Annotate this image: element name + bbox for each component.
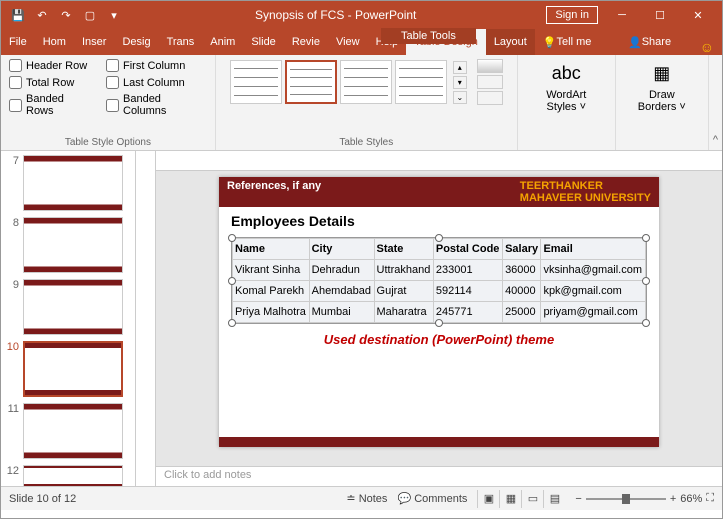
check-banded-columns[interactable]: Banded Columns xyxy=(106,93,207,117)
tab-transitions[interactable]: Trans xyxy=(159,29,203,55)
context-tab-label: Table Tools xyxy=(381,28,476,44)
check-last-column[interactable]: Last Column xyxy=(106,76,207,89)
table-row: Vikrant SinhaDehradunUttrakhand233001360… xyxy=(233,260,646,281)
horizontal-ruler xyxy=(156,151,722,171)
minimize-icon[interactable]: ─ xyxy=(604,4,640,26)
share-button[interactable]: 👤 Share xyxy=(620,29,679,55)
ribbon: Header Row Total Row Banded Rows First C… xyxy=(1,55,722,151)
thumbnail[interactable]: 12 xyxy=(5,465,131,486)
check-first-column[interactable]: First Column xyxy=(106,59,207,72)
undo-icon[interactable]: ↶ xyxy=(31,4,53,26)
slide-thumbnails: 7 8 9 10 11 12 xyxy=(1,151,136,486)
redo-icon[interactable]: ↷ xyxy=(55,4,77,26)
title-bar: 💾 ↶ ↷ ▢ ▾ Synopsis of FCS - PowerPoint S… xyxy=(1,1,722,29)
vertical-ruler xyxy=(136,151,156,486)
slide: References, if any TEERTHANKERMAHAVEER U… xyxy=(219,177,659,447)
selected-table[interactable]: NameCityStatePostal CodeSalaryEmail Vikr… xyxy=(231,237,647,324)
tab-view[interactable]: View xyxy=(328,29,368,55)
thumbnail[interactable]: 11 xyxy=(5,403,131,459)
tab-file[interactable]: File xyxy=(1,29,35,55)
tab-layout[interactable]: Layout xyxy=(486,29,535,55)
reading-view-icon[interactable]: ▭ xyxy=(521,490,543,508)
table-styles-gallery[interactable] xyxy=(230,60,447,104)
thumbnail[interactable]: 9 xyxy=(5,279,131,335)
ribbon-tabs: File Hom Inser Desig Trans Anim Slide Re… xyxy=(1,29,722,55)
sorter-view-icon[interactable]: ▦ xyxy=(499,490,521,508)
feedback-icon[interactable]: ☺ xyxy=(700,39,714,55)
qat-more-icon[interactable]: ▾ xyxy=(103,4,125,26)
shading-button[interactable] xyxy=(477,59,503,73)
group-label-table-styles: Table Styles xyxy=(224,135,509,148)
comments-button[interactable]: 💬 Comments xyxy=(397,492,467,505)
tab-slideshow[interactable]: Slide xyxy=(243,29,283,55)
tell-me[interactable]: 💡 Tell me xyxy=(535,29,600,55)
wordart-styles-button[interactable]: abc WordArt Styles ˅ xyxy=(526,59,607,113)
slide-canvas[interactable]: References, if any TEERTHANKERMAHAVEER U… xyxy=(156,171,722,466)
slide-ref-text: References, if any xyxy=(227,180,321,204)
effects-button[interactable] xyxy=(477,91,503,105)
employees-table[interactable]: NameCityStatePostal CodeSalaryEmail Vikr… xyxy=(232,238,646,323)
table-row: Komal ParekhAhemdabadGujrat59211440000kp… xyxy=(233,281,646,302)
start-from-beginning-icon[interactable]: ▢ xyxy=(79,4,101,26)
slideshow-view-icon[interactable]: ▤ xyxy=(543,490,565,508)
university-logo-text: TEERTHANKERMAHAVEER UNIVERSITY xyxy=(520,180,651,204)
gallery-down-icon[interactable]: ▾ xyxy=(453,76,467,89)
slide-footer-bar xyxy=(219,437,659,447)
slide-heading[interactable]: Employees Details xyxy=(219,207,659,235)
check-banded-rows[interactable]: Banded Rows xyxy=(9,93,94,117)
gallery-up-icon[interactable]: ▴ xyxy=(453,61,467,74)
fit-window-icon[interactable]: ⛶ xyxy=(706,492,714,505)
thumbnail[interactable]: 10 xyxy=(5,341,131,397)
slide-indicator[interactable]: Slide 10 of 12 xyxy=(9,493,76,505)
sign-in-button[interactable]: Sign in xyxy=(546,6,598,24)
zoom-out-icon[interactable]: − xyxy=(575,493,581,505)
group-label-style-options: Table Style Options xyxy=(9,135,207,148)
normal-view-icon[interactable]: ▣ xyxy=(477,490,499,508)
maximize-icon[interactable]: ☐ xyxy=(642,4,678,26)
tab-insert[interactable]: Inser xyxy=(74,29,114,55)
tab-review[interactable]: Revie xyxy=(284,29,328,55)
borders-button[interactable] xyxy=(477,75,503,89)
tab-design[interactable]: Desig xyxy=(114,29,158,55)
zoom-level[interactable]: 66% xyxy=(680,493,702,505)
slide-caption[interactable]: Used destination (PowerPoint) theme xyxy=(219,332,659,347)
close-icon[interactable]: ✕ xyxy=(680,4,716,26)
notes-button[interactable]: ≐ Notes xyxy=(346,492,387,505)
status-bar: Slide 10 of 12 ≐ Notes 💬 Comments ▣ ▦ ▭ … xyxy=(1,486,722,510)
gallery-more-icon[interactable]: ⌄ xyxy=(453,91,467,104)
thumbnail[interactable]: 7 xyxy=(5,155,131,211)
zoom-slider[interactable] xyxy=(586,498,666,500)
notes-pane[interactable]: Click to add notes xyxy=(156,466,722,486)
zoom-in-icon[interactable]: + xyxy=(670,493,676,505)
check-total-row[interactable]: Total Row xyxy=(9,76,94,89)
collapse-ribbon-icon[interactable]: ^ xyxy=(709,55,722,150)
thumbnail[interactable]: 8 xyxy=(5,217,131,273)
tab-home[interactable]: Hom xyxy=(35,29,74,55)
window-title: Synopsis of FCS - PowerPoint xyxy=(125,8,546,22)
check-header-row[interactable]: Header Row xyxy=(9,59,94,72)
draw-borders-button[interactable]: ▦ Draw Borders ˅ xyxy=(624,59,700,113)
tab-animations[interactable]: Anim xyxy=(202,29,243,55)
save-icon[interactable]: 💾 xyxy=(7,4,29,26)
